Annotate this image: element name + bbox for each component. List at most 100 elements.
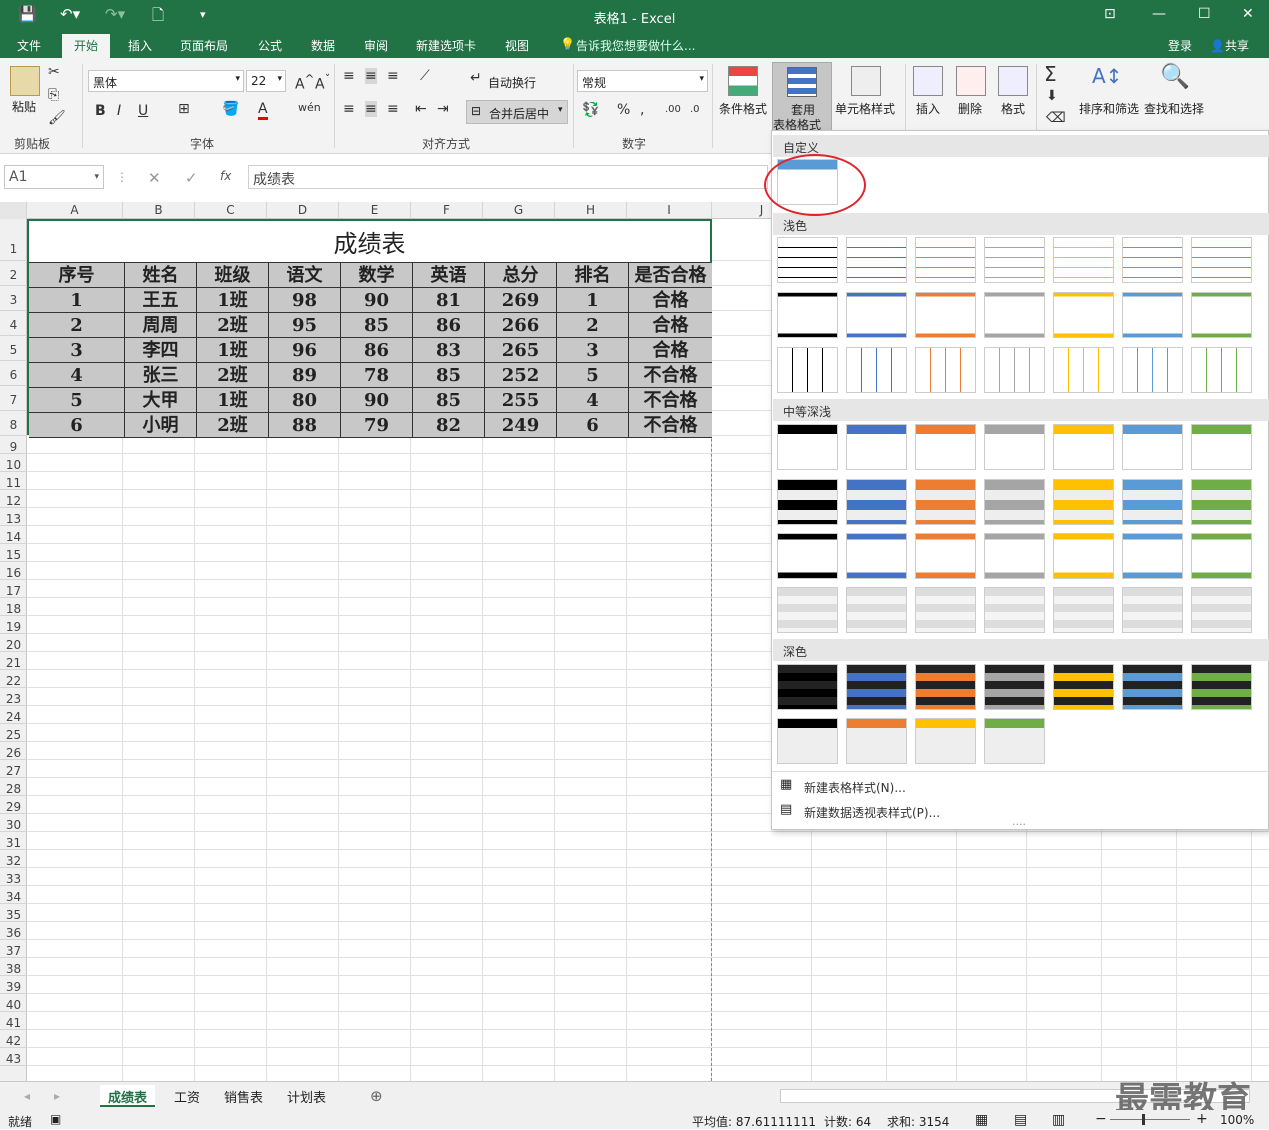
copy-icon[interactable]: ⎘ [48, 87, 59, 103]
login-link[interactable]: 登录 [1168, 37, 1192, 54]
align-middle-icon[interactable]: ≡ [365, 68, 377, 84]
fill-color-icon[interactable]: 🪣 [222, 101, 239, 117]
select-all-button[interactable] [0, 202, 27, 219]
table-cell[interactable]: 4 [29, 363, 125, 388]
table-style-swatch[interactable] [1053, 292, 1114, 338]
paste-icon[interactable] [10, 66, 40, 96]
row-header[interactable]: 19 [0, 616, 27, 634]
row-header[interactable]: 31 [0, 832, 27, 850]
table-style-swatch[interactable] [777, 587, 838, 633]
table-header-cell[interactable]: 序号 [29, 263, 125, 288]
table-cell[interactable]: 96 [269, 338, 341, 363]
table-style-swatch[interactable] [846, 347, 907, 393]
table-cell[interactable]: 1 [557, 288, 629, 313]
increase-font-icon[interactable]: A^ [295, 72, 314, 93]
wrap-text-button[interactable]: 自动换行 [488, 74, 536, 91]
cancel-icon[interactable]: ✕ [148, 169, 161, 187]
table-cell[interactable]: 6 [557, 413, 629, 438]
table-style-swatch[interactable] [1122, 347, 1183, 393]
table-cell[interactable]: 80 [269, 388, 341, 413]
row-header[interactable]: 20 [0, 634, 27, 652]
decrease-decimal-icon[interactable]: .0 [690, 104, 700, 115]
zoom-out-icon[interactable]: − [1095, 1111, 1107, 1127]
table-cell[interactable]: 大甲 [125, 388, 197, 413]
table-style-swatch[interactable] [777, 718, 838, 764]
increase-indent-icon[interactable]: ⇥ [437, 101, 449, 117]
table-style-swatch[interactable] [846, 237, 907, 283]
table-cell[interactable]: 85 [413, 363, 485, 388]
tab-data[interactable]: 数据 [311, 37, 335, 54]
tell-me-input[interactable]: 告诉我您想要做什么... [576, 37, 695, 54]
row-header[interactable]: 6 [0, 361, 27, 386]
cell-style-button[interactable]: 单元格样式 [835, 100, 895, 117]
insert-cells-button[interactable]: 插入 [916, 100, 940, 117]
clear-icon[interactable]: ⌫ [1046, 110, 1066, 126]
conditional-format-button[interactable]: 条件格式 [719, 100, 767, 117]
row-header[interactable]: 13 [0, 508, 27, 526]
bold-icon[interactable]: B [95, 103, 106, 119]
ribbon-display-icon[interactable]: ⊡ [1104, 6, 1116, 22]
table-cell[interactable]: 265 [485, 338, 557, 363]
table-cell[interactable]: 2班 [197, 363, 269, 388]
table-style-swatch[interactable] [777, 237, 838, 283]
row-header[interactable]: 34 [0, 886, 27, 904]
table-style-swatch[interactable] [1053, 587, 1114, 633]
wrap-text-icon[interactable]: ↵ [470, 70, 482, 86]
column-header[interactable]: E [339, 202, 411, 219]
table-style-swatch[interactable] [915, 479, 976, 525]
table-header-cell[interactable]: 姓名 [125, 263, 197, 288]
table-cell[interactable]: 88 [269, 413, 341, 438]
orientation-icon[interactable]: ⟋ [420, 68, 430, 84]
tab-file[interactable]: 文件 [17, 37, 41, 54]
row-header[interactable]: 3 [0, 286, 27, 311]
find-select-button[interactable]: 查找和选择 [1144, 100, 1204, 117]
table-style-swatch[interactable] [984, 533, 1045, 579]
new-table-style-item[interactable]: 新建表格样式(N)... [804, 779, 906, 796]
table-style-swatch[interactable] [1122, 292, 1183, 338]
table-style-swatch[interactable] [915, 718, 976, 764]
sheet-tab[interactable]: 成绩表 [100, 1085, 156, 1107]
table-cell[interactable]: 3 [29, 338, 125, 363]
insert-function-icon[interactable]: fx [220, 169, 231, 183]
table-style-swatch[interactable] [915, 347, 976, 393]
tab-view[interactable]: 视图 [505, 37, 529, 54]
zoom-level[interactable]: 100% [1220, 1113, 1254, 1127]
row-header[interactable]: 24 [0, 706, 27, 724]
merge-center-button[interactable]: 合并后居中 ⊟ ▾ [466, 100, 568, 124]
row-header[interactable]: 16 [0, 562, 27, 580]
table-cell[interactable]: 249 [485, 413, 557, 438]
table-cell[interactable]: 90 [341, 288, 413, 313]
table-style-swatch[interactable] [1122, 424, 1183, 470]
table-style-swatch[interactable] [846, 664, 907, 710]
table-style-swatch[interactable] [984, 718, 1045, 764]
table-header-cell[interactable]: 是否合格 [629, 263, 712, 288]
row-header[interactable]: 33 [0, 868, 27, 886]
table-style-swatch[interactable] [1191, 347, 1252, 393]
table-style-swatch[interactable] [984, 424, 1045, 470]
new-pivot-style-item[interactable]: 新建数据透视表样式(P)... [804, 804, 940, 821]
row-header[interactable]: 36 [0, 922, 27, 940]
table-style-swatch[interactable] [984, 292, 1045, 338]
row-header[interactable]: 30 [0, 814, 27, 832]
table-cell[interactable]: 李四 [125, 338, 197, 363]
table-style-swatch[interactable] [1122, 664, 1183, 710]
table-style-swatch[interactable] [915, 533, 976, 579]
table-cell[interactable]: 不合格 [629, 413, 712, 438]
row-header[interactable]: 21 [0, 652, 27, 670]
delete-cells-icon[interactable] [956, 66, 986, 96]
table-cell[interactable]: 王五 [125, 288, 197, 313]
tab-insert[interactable]: 插入 [128, 37, 152, 54]
row-header[interactable]: 27 [0, 760, 27, 778]
table-style-swatch[interactable] [777, 347, 838, 393]
row-header[interactable]: 37 [0, 940, 27, 958]
row-header[interactable]: 2 [0, 261, 27, 286]
table-style-swatch[interactable] [1191, 424, 1252, 470]
table-style-swatch[interactable] [984, 587, 1045, 633]
table-style-swatch[interactable] [1191, 664, 1252, 710]
row-header[interactable]: 28 [0, 778, 27, 796]
maximize-icon[interactable]: ☐ [1198, 6, 1211, 22]
sort-filter-button[interactable]: 排序和筛选 [1079, 100, 1139, 117]
table-style-swatch[interactable] [846, 424, 907, 470]
table-cell[interactable]: 266 [485, 313, 557, 338]
table-style-swatch[interactable] [1191, 237, 1252, 283]
